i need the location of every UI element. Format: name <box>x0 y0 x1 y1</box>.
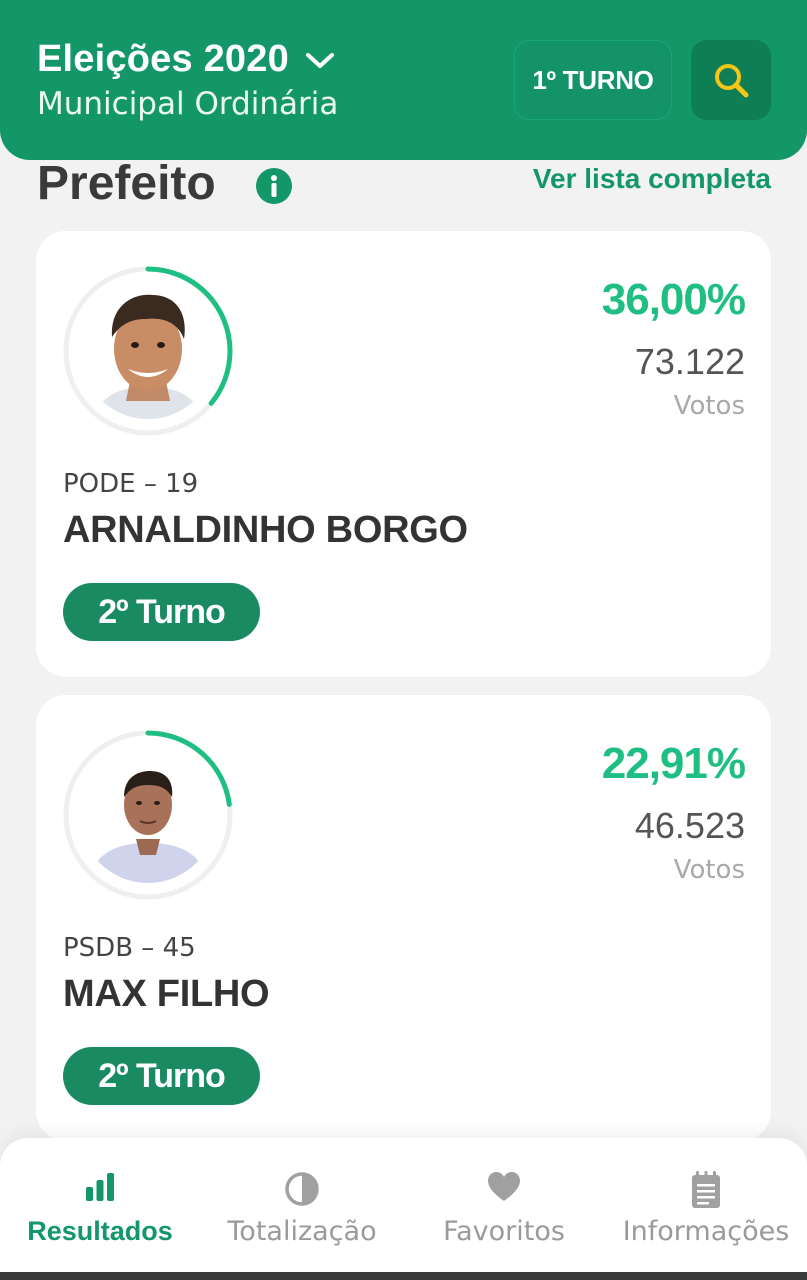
vote-count: 46.523 <box>634 805 745 846</box>
nav-label: Favoritos <box>443 1216 565 1247</box>
candidate-card[interactable]: 22,91% 46.523 Votos PSDB – 45 MAX FILHO … <box>36 695 771 1141</box>
notepad-icon <box>692 1171 720 1208</box>
bar-chart-icon <box>86 1173 114 1201</box>
nav-item-totalizacao[interactable]: Totalização <box>202 1138 402 1272</box>
section-title: Prefeito <box>37 157 216 210</box>
nav-item-favoritos[interactable]: Favoritos <box>404 1138 604 1272</box>
avatar <box>62 265 234 437</box>
status-badge: 2º Turno <box>63 583 260 641</box>
party-number: PSDB – 45 <box>63 933 196 963</box>
pie-half-icon <box>285 1172 319 1206</box>
nav-label: Totalização <box>227 1216 377 1247</box>
vote-count: 73.122 <box>634 341 745 382</box>
nav-item-resultados[interactable]: Resultados <box>0 1138 200 1272</box>
search-icon <box>715 64 749 98</box>
info-icon[interactable] <box>256 168 292 204</box>
chevron-down-icon <box>305 52 334 68</box>
candidate-card[interactable]: 36,00% 73.122 Votos PODE – 19 ARNALDINHO… <box>36 231 771 677</box>
full-list-link[interactable]: Ver lista completa <box>533 163 771 195</box>
bottom-nav: Resultados Totalização Favoritos Informa… <box>0 1138 807 1272</box>
candidate-name: MAX FILHO <box>63 973 270 1015</box>
vote-percentage: 36,00% <box>601 275 746 324</box>
election-subtitle: Municipal Ordinária <box>37 86 339 122</box>
search-button[interactable] <box>691 40 771 120</box>
votes-label: Votos <box>673 391 745 421</box>
status-badge: 2º Turno <box>63 1047 260 1105</box>
candidate-photo <box>80 283 216 419</box>
votes-label: Votos <box>673 855 745 885</box>
nav-label: Informações <box>622 1216 790 1247</box>
election-selector[interactable]: Eleições 2020 <box>37 38 335 81</box>
party-number: PODE – 19 <box>63 469 199 499</box>
nav-item-informacoes[interactable]: Informações <box>606 1138 806 1272</box>
nav-label: Resultados <box>27 1216 173 1246</box>
turno-button[interactable]: 1º TURNO <box>514 40 672 120</box>
avatar <box>62 729 234 901</box>
election-title: Eleições 2020 <box>37 38 289 80</box>
candidate-photo <box>80 747 216 883</box>
heart-icon <box>488 1172 520 1201</box>
vote-percentage: 22,91% <box>601 739 746 788</box>
system-home-bar <box>0 1272 807 1280</box>
app-header: Eleições 2020 Municipal Ordinária 1º TUR… <box>0 0 807 160</box>
candidate-name: ARNALDINHO BORGO <box>63 509 468 551</box>
